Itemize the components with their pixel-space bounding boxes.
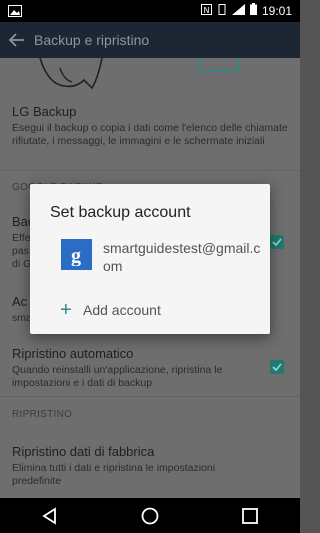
signal-icon	[231, 3, 245, 18]
vibrate-icon	[217, 3, 227, 18]
lg-backup-item[interactable]: LG Backup Esegui il backup o copia i dat…	[12, 104, 288, 148]
navigation-bar	[0, 498, 300, 533]
check-icon	[272, 363, 282, 371]
auto-restore-item[interactable]: Ripristino automatico Quando reinstalli …	[12, 346, 288, 390]
home-circle-icon	[141, 507, 159, 524]
home-button[interactable]	[120, 498, 180, 533]
section-restore: RIPRISTINO	[12, 409, 73, 420]
add-account-label: Add account	[83, 302, 161, 318]
page-title: Backup e ripristino	[34, 32, 150, 48]
back-button[interactable]	[20, 498, 80, 533]
image-notification-icon	[8, 4, 22, 22]
status-bar: N 19:01	[0, 0, 300, 22]
factory-reset-title: Ripristino dati di fabbrica	[12, 444, 155, 459]
dialog-title: Set backup account	[50, 204, 191, 221]
account-email: smartguidestest@gmail.com	[103, 240, 261, 274]
divider	[0, 396, 300, 397]
lg-backup-title: LG Backup	[12, 104, 77, 119]
recents-square-icon	[242, 507, 258, 524]
check-icon	[272, 238, 282, 246]
lg-backup-summary: Esegui il backup o copia i dati come l'e…	[12, 122, 288, 147]
divider	[0, 170, 300, 171]
set-backup-account-dialog: Set backup account g smartguidestest@gma…	[30, 184, 270, 334]
factory-reset-item[interactable]: Ripristino dati di fabbrica Elimina tutt…	[12, 444, 288, 488]
auto-restore-checkbox[interactable]	[270, 360, 284, 374]
back-triangle-icon	[42, 506, 56, 525]
battery-icon	[249, 3, 257, 18]
back-arrow-icon[interactable]	[0, 22, 34, 58]
plus-icon: +	[60, 299, 72, 321]
svg-text:N: N	[203, 6, 209, 15]
auto-restore-summary: Quando reinstalli un'applicazione, ripri…	[12, 364, 223, 389]
clock: 19:01	[261, 3, 292, 18]
add-account-button[interactable]: + Add account	[30, 288, 270, 328]
google-account-icon: g	[61, 239, 92, 270]
factory-reset-summary: Elimina tutti i dati e ripristina le imp…	[12, 462, 216, 487]
recents-button[interactable]	[220, 498, 280, 533]
auto-restore-title: Ripristino automatico	[12, 346, 134, 361]
app-bar: Backup e ripristino	[0, 22, 300, 58]
backup-my-data-checkbox[interactable]	[270, 235, 284, 249]
nfc-icon: N	[200, 3, 212, 18]
svg-text:g: g	[71, 245, 81, 266]
backup-illustration	[39, 58, 240, 90]
